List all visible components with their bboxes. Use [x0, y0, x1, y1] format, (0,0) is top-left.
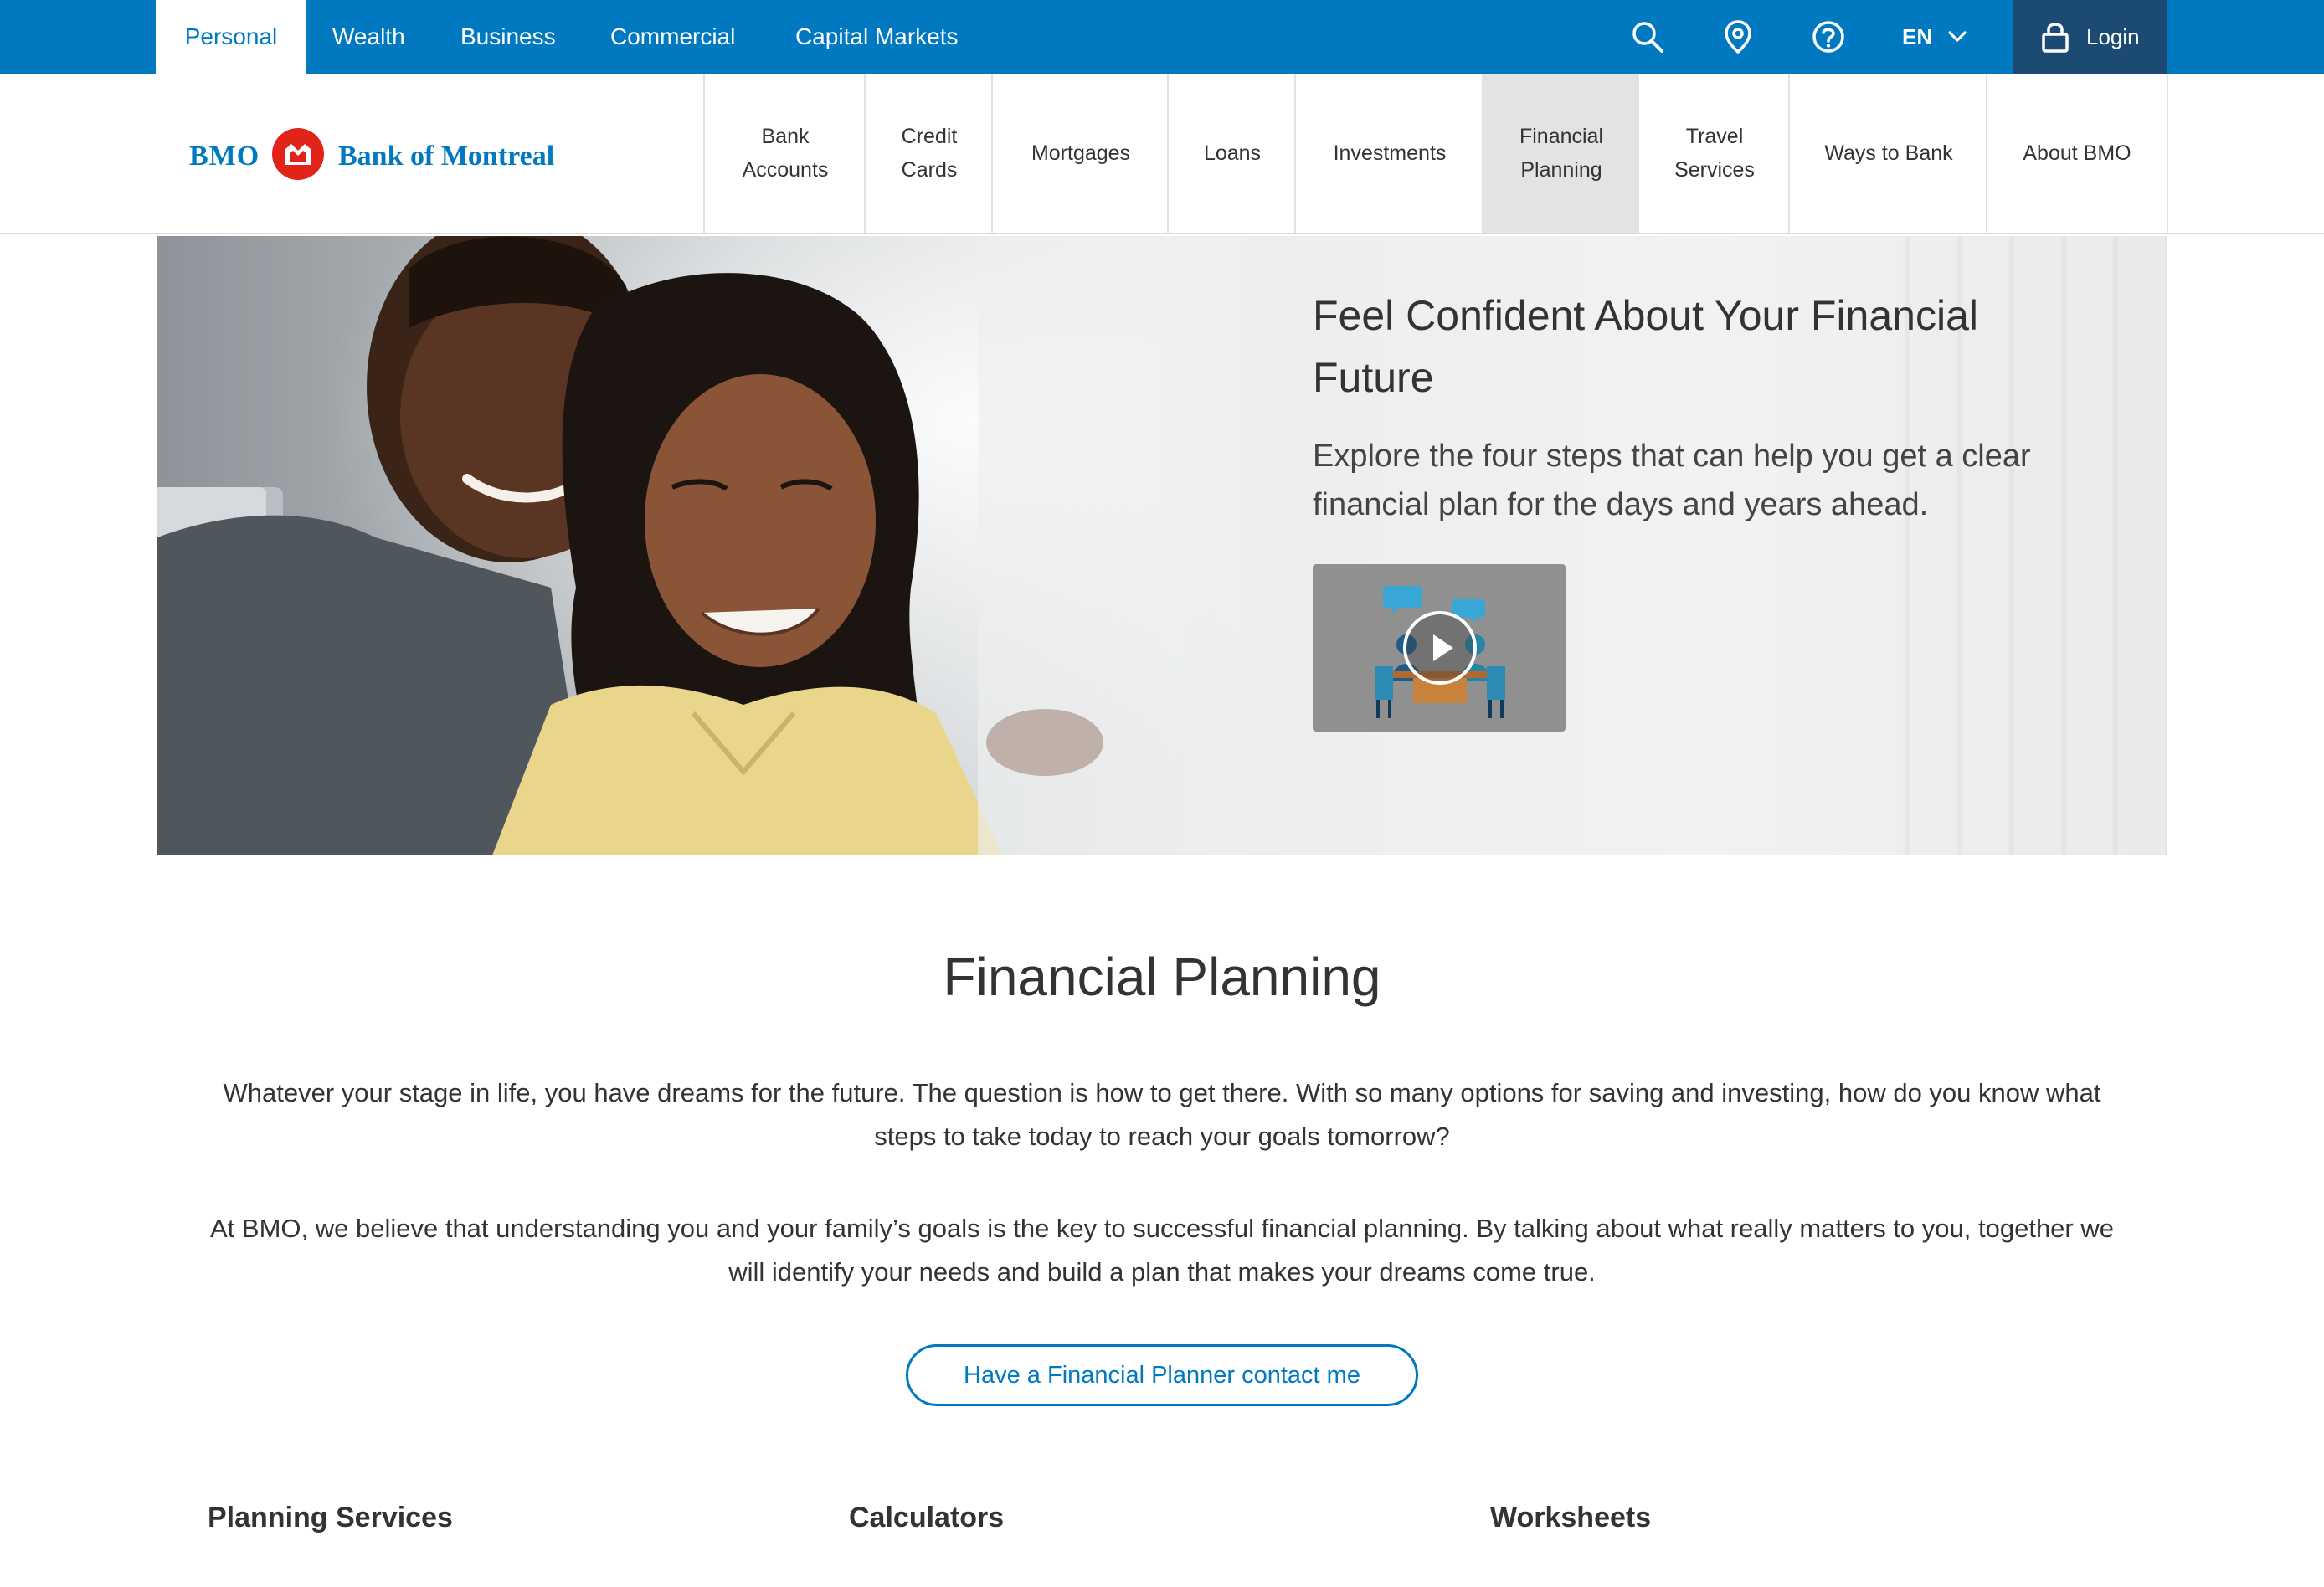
top-segment-bar: Personal Wealth Business Commercial Capi…	[0, 0, 2324, 74]
nav-travel-services[interactable]: Travel Services	[1638, 74, 1790, 233]
logo-bank-name: Bank of Montreal	[338, 141, 555, 172]
page-title: Financial Planning	[943, 947, 1381, 1007]
hero-title: Feel Confident About Your Financial Futu…	[1313, 292, 1978, 401]
hero-subtitle: Explore the four steps that can help you…	[1313, 439, 2031, 522]
section-heading-planning-services: Planning Services	[208, 1502, 453, 1533]
lock-icon	[2042, 23, 2069, 53]
intro-paragraph-2: At BMO, we believe that understanding yo…	[210, 1214, 2114, 1287]
location-icon[interactable]	[1720, 18, 1756, 55]
nav-bank-accounts[interactable]: Bank Accounts	[703, 74, 866, 233]
search-icon[interactable]	[1629, 18, 1666, 55]
main-header: BMO Bank of Montreal Bank Accounts Credi…	[0, 74, 2324, 234]
nav-ways-to-bank[interactable]: Ways to Bank	[1788, 74, 1987, 233]
nav-financial-planning[interactable]: Financial Planning	[1482, 74, 1639, 233]
segment-tab-business[interactable]: Business	[460, 0, 556, 74]
chevron-down-icon[interactable]	[1947, 30, 1967, 44]
segment-tab-capital-markets[interactable]: Capital Markets	[795, 0, 959, 74]
play-icon[interactable]	[1401, 609, 1478, 686]
nav-mortgages[interactable]: Mortgages	[991, 74, 1169, 233]
language-label: EN	[1902, 24, 1933, 49]
hero-video-thumbnail[interactable]	[1313, 564, 1566, 732]
nav-credit-cards[interactable]: Credit Cards	[864, 74, 993, 233]
segment-tab-personal[interactable]: Personal	[156, 0, 306, 74]
nav-loans[interactable]: Loans	[1167, 74, 1296, 233]
nav-investments[interactable]: Investments	[1294, 74, 1483, 233]
language-selector[interactable]: EN	[1902, 0, 1932, 74]
nav-about-bmo[interactable]: About BMO	[1986, 74, 2168, 233]
hero-photo-couple	[157, 236, 1246, 855]
segment-tab-wealth[interactable]: Wealth	[332, 0, 405, 74]
login-button[interactable]: Login	[2013, 0, 2167, 74]
intro-paragraph-1: Whatever your stage in life, you have dr…	[223, 1078, 2101, 1151]
logo-bmo-text: BMO	[189, 141, 260, 172]
bmo-roundel-icon	[272, 128, 324, 180]
login-label: Login	[2086, 24, 2140, 49]
section-heading-worksheets: Worksheets	[1490, 1502, 1652, 1533]
section-heading-calculators: Calculators	[849, 1502, 1005, 1533]
help-icon[interactable]	[1810, 18, 1847, 55]
segment-tab-commercial[interactable]: Commercial	[610, 0, 735, 74]
contact-financial-planner-button[interactable]: Have a Financial Planner contact me	[906, 1344, 1418, 1406]
